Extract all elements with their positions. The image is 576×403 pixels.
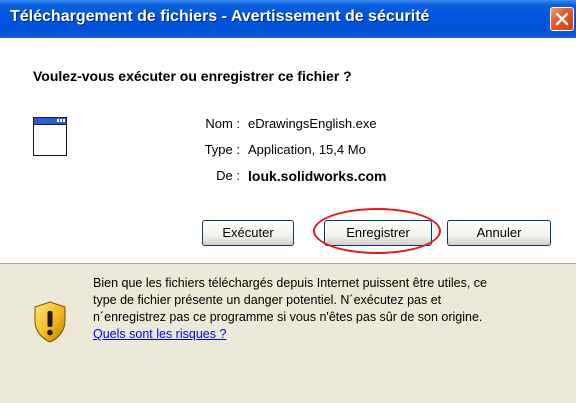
title-bar[interactable]: Téléchargement de fichiers - Avertisseme…	[0, 0, 576, 38]
download-question: Voulez-vous exécuter ou enregistrer ce f…	[33, 68, 352, 84]
warning-line-2: type de fichier présente un danger poten…	[93, 293, 442, 307]
file-source-row: De : louk.solidworks.com	[60, 168, 480, 186]
file-source-value: louk.solidworks.com	[248, 168, 387, 184]
cancel-button[interactable]: Annuler	[447, 220, 551, 246]
file-name-row: Nom : eDrawingsEnglish.exe	[60, 116, 480, 134]
save-highlight-ring	[313, 208, 441, 254]
security-shield-icon	[34, 301, 66, 343]
warning-line-1: Bien que les fichiers téléchargés depuis…	[93, 276, 487, 290]
security-warning: Bien que les fichiers téléchargés depuis…	[93, 275, 575, 343]
run-button[interactable]: Exécuter	[202, 220, 294, 246]
download-info-panel: Voulez-vous exécuter ou enregistrer ce f…	[0, 38, 576, 264]
file-type-value: Application, 15,4 Mo	[248, 142, 366, 157]
risks-link[interactable]: Quels sont les risques ?	[93, 326, 575, 343]
warning-line-3: n´enregistrez pas ce programme si vous n…	[93, 310, 483, 324]
file-name-value: eDrawingsEnglish.exe	[248, 116, 377, 131]
file-name-label: Nom :	[205, 116, 240, 131]
file-type-label: Type :	[204, 142, 240, 157]
file-source-label: De :	[216, 168, 240, 183]
close-button[interactable]	[550, 7, 574, 31]
file-type-row: Type : Application, 15,4 Mo	[60, 142, 480, 160]
window-title: Téléchargement de fichiers - Avertisseme…	[10, 8, 430, 25]
close-icon	[555, 12, 569, 26]
